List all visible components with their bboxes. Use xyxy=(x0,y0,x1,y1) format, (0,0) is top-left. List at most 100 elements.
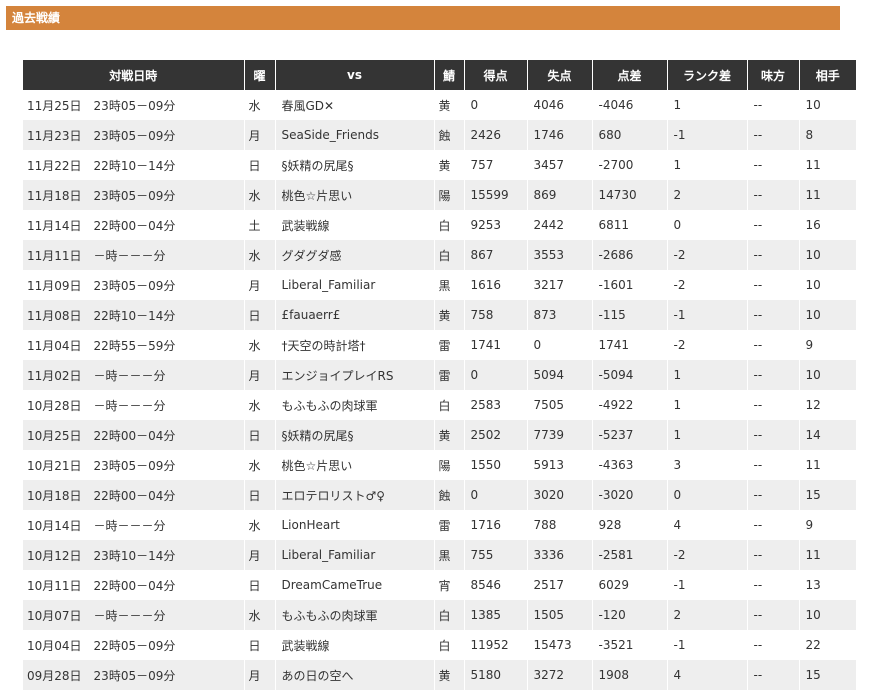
cell-rank-diff: 0 xyxy=(666,480,747,510)
cell-diff: -4363 xyxy=(591,450,667,480)
cell-datetime: 10月25日 22時00－04分 xyxy=(23,420,244,450)
cell-rank-diff: 2 xyxy=(666,600,747,630)
table-row: 10月14日 －時－－－分 水 LionHeart 雷 1716 788 928 4 -- 9 xyxy=(23,510,856,540)
cell-vs: 桃色☆片思い xyxy=(274,450,434,480)
cell-lost: 873 xyxy=(526,300,592,330)
cell-datetime: 11月18日 23時05－09分 xyxy=(23,180,244,210)
cell-opponent: 10 xyxy=(798,90,856,120)
cell-datetime: 11月02日 －時－－－分 xyxy=(23,360,244,390)
cell-datetime: 11月11日 －時－－－分 xyxy=(23,240,244,270)
cell-ally: -- xyxy=(746,330,799,360)
cell-time: 22時00－04分 xyxy=(93,578,176,593)
battle-history-table: 対戦日時 曜 vs 鯖 得点 失点 点差 ランク差 味方 相手 11月25日 23… xyxy=(23,60,856,690)
cell-server: 白 xyxy=(433,600,464,630)
cell-server: 蝕 xyxy=(433,120,464,150)
table-row: 10月11日 22時00－04分 日 DreamCameTrue 宵 8546 2517 60… xyxy=(23,570,856,600)
cell-opponent: 10 xyxy=(798,240,856,270)
cell-opponent: 13 xyxy=(798,570,856,600)
cell-diff: -3521 xyxy=(591,630,667,660)
cell-server: 雷 xyxy=(433,330,464,360)
cell-lost: 3553 xyxy=(526,240,592,270)
cell-server: 陽 xyxy=(433,180,464,210)
cell-ally: -- xyxy=(746,180,799,210)
cell-time: －時－－－分 xyxy=(93,518,166,533)
cell-score: 15599 xyxy=(463,180,527,210)
cell-vs: 武装戦線 xyxy=(274,630,434,660)
cell-diff: -4046 xyxy=(591,90,667,120)
cell-rank-diff: 1 xyxy=(666,150,747,180)
cell-date: 10月11日 xyxy=(27,578,82,593)
cell-day: 水 xyxy=(243,240,275,270)
cell-opponent: 10 xyxy=(798,300,856,330)
col-header-day: 曜 xyxy=(243,60,275,90)
cell-day: 月 xyxy=(243,540,275,570)
cell-server: 蝕 xyxy=(433,480,464,510)
cell-vs: £fauaerr£ xyxy=(274,300,434,330)
cell-ally: -- xyxy=(746,120,799,150)
cell-rank-diff: -2 xyxy=(666,330,747,360)
cell-date: 10月28日 xyxy=(27,398,82,413)
cell-day: 日 xyxy=(243,480,275,510)
table-row: 10月12日 23時10－14分 月 Liberal_Familiar 黒 755 3336… xyxy=(23,540,856,570)
cell-rank-diff: 0 xyxy=(666,210,747,240)
cell-rank-diff: -1 xyxy=(666,570,747,600)
cell-diff: 1741 xyxy=(591,330,667,360)
cell-day: 水 xyxy=(243,600,275,630)
cell-server: 黒 xyxy=(433,540,464,570)
col-header-vs: vs xyxy=(274,60,434,90)
cell-datetime: 11月22日 22時10－14分 xyxy=(23,150,244,180)
table-row: 10月18日 22時00－04分日エロテロリスト♂♀ 蝕 0 3020 -3020 0 -- 1… xyxy=(23,480,856,510)
cell-opponent: 8 xyxy=(798,120,856,150)
cell-lost: 5094 xyxy=(526,360,592,390)
cell-ally: -- xyxy=(746,600,799,630)
cell-date: 10月21日 xyxy=(27,458,82,473)
cell-opponent: 16 xyxy=(798,210,856,240)
col-header-opponent: 相手 xyxy=(798,60,856,90)
cell-datetime: 10月12日 23時10－14分 xyxy=(23,540,244,570)
cell-datetime: 11月04日 22時55－59分 xyxy=(23,330,244,360)
cell-diff: 928 xyxy=(591,510,667,540)
cell-opponent: 9 xyxy=(798,330,856,360)
cell-time: 23時05－09分 xyxy=(93,278,176,293)
cell-ally: -- xyxy=(746,570,799,600)
cell-opponent: 15 xyxy=(798,480,856,510)
cell-vs: §妖精の尻尾§ xyxy=(274,420,434,450)
cell-lost: 3020 xyxy=(526,480,592,510)
cell-vs: あの日の空へ xyxy=(274,660,434,690)
cell-score: 1716 xyxy=(463,510,527,540)
cell-time: 22時00－04分 xyxy=(93,218,176,233)
col-header-datetime: 対戦日時 xyxy=(23,60,244,90)
cell-datetime: 09月28日 23時05－09分 xyxy=(23,660,244,690)
cell-server: 白 xyxy=(433,210,464,240)
cell-rank-diff: -1 xyxy=(666,120,747,150)
table-header-row: 対戦日時 曜 vs 鯖 得点 失点 点差 ランク差 味方 相手 xyxy=(23,60,856,90)
cell-diff: -5237 xyxy=(591,420,667,450)
cell-score: 9253 xyxy=(463,210,527,240)
cell-date: 10月18日 xyxy=(27,488,82,503)
cell-day: 水 xyxy=(243,90,275,120)
cell-date: 11月11日 xyxy=(27,248,82,263)
cell-datetime: 11月08日 22時10－14分 xyxy=(23,300,244,330)
cell-server: 黄 xyxy=(433,90,464,120)
cell-score: 867 xyxy=(463,240,527,270)
col-header-lost: 失点 xyxy=(526,60,592,90)
cell-datetime: 10月18日 22時00－04分 xyxy=(23,480,244,510)
cell-time: 23時05－09分 xyxy=(93,188,176,203)
cell-ally: -- xyxy=(746,240,799,270)
col-header-server: 鯖 xyxy=(433,60,464,90)
cell-opponent: 11 xyxy=(798,540,856,570)
cell-rank-diff: -2 xyxy=(666,240,747,270)
cell-date: 10月04日 xyxy=(27,638,82,653)
cell-day: 水 xyxy=(243,330,275,360)
cell-opponent: 14 xyxy=(798,420,856,450)
cell-day: 水 xyxy=(243,180,275,210)
cell-opponent: 10 xyxy=(798,600,856,630)
cell-day: 日 xyxy=(243,420,275,450)
cell-score: 2426 xyxy=(463,120,527,150)
cell-vs: §妖精の尻尾§ xyxy=(274,150,434,180)
cell-rank-diff: 4 xyxy=(666,660,747,690)
table-row: 11月08日 22時10－14分 日 £fauaerr£ 黄 758 873 -115 -1 --… xyxy=(23,300,856,330)
cell-vs: Liberal_Familiar xyxy=(274,270,434,300)
table-row: 10月04日 22時05－09分 日武装戦線白 11952 15473 -3521 -1 --… xyxy=(23,630,856,660)
cell-datetime: 10月21日 23時05－09分 xyxy=(23,450,244,480)
